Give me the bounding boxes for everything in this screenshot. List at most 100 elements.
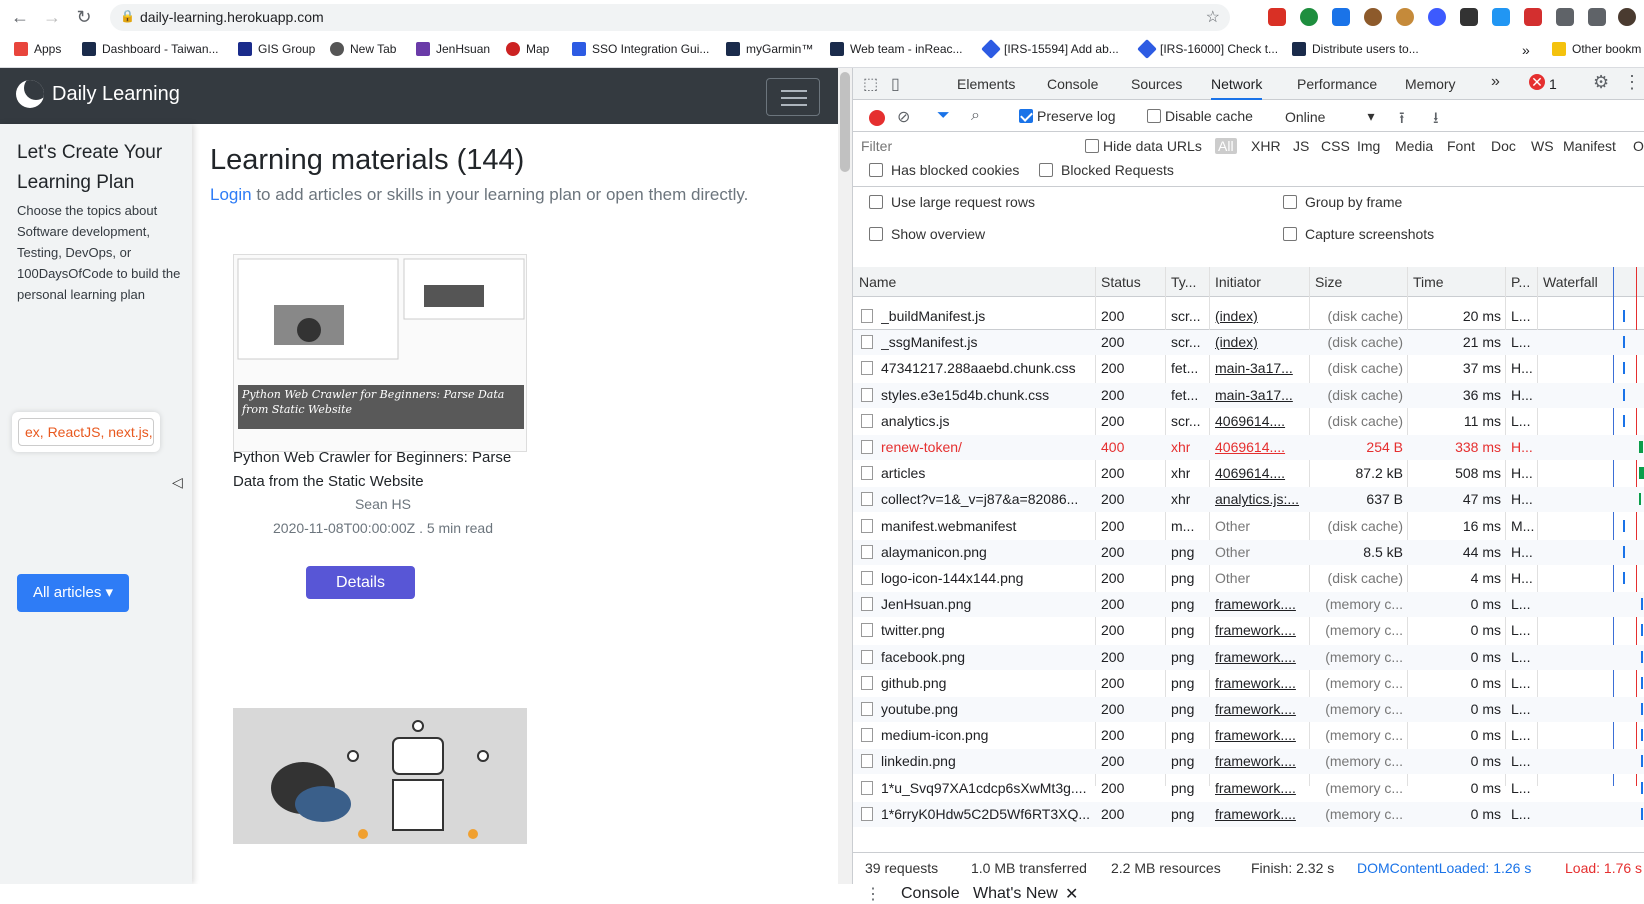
inspect-element-icon[interactable]: ⬚ xyxy=(863,74,878,94)
filter-type-all[interactable]: All xyxy=(1215,138,1237,154)
table-row[interactable]: collect?v=1&_v=j87&a=82086... 200 xhr analy… xyxy=(853,487,1644,513)
request-initiator[interactable]: analytics.js:... xyxy=(1215,491,1303,507)
avatar[interactable] xyxy=(1618,8,1636,26)
bookmark-item[interactable]: New Tab xyxy=(330,42,396,56)
show-overview-checkbox[interactable]: Show overview xyxy=(869,226,985,242)
table-row[interactable]: facebook.png 200 png framework.... (memory c… xyxy=(853,644,1644,670)
table-row[interactable]: youtube.png 200 png framework.... (memory c.… xyxy=(853,697,1644,722)
back-icon[interactable]: ← xyxy=(8,5,32,29)
request-initiator[interactable]: framework.... xyxy=(1215,701,1303,717)
request-name[interactable]: twitter.png xyxy=(881,622,1093,638)
checkbox[interactable] xyxy=(1283,227,1297,241)
tab-network[interactable]: Network xyxy=(1211,76,1263,100)
other-bookmarks[interactable]: Other bookm xyxy=(1552,42,1641,56)
extension-icon[interactable] xyxy=(1268,8,1286,26)
details-button[interactable]: Details xyxy=(306,566,415,599)
request-name[interactable]: styles.e3e15d4b.chunk.css xyxy=(881,387,1093,403)
bookmark-item[interactable]: [IRS-15594] Add ab... xyxy=(981,39,1119,59)
request-name[interactable]: logo-icon-144x144.png xyxy=(881,570,1093,586)
navbar-toggle-button[interactable] xyxy=(766,78,820,116)
checkbox[interactable] xyxy=(869,163,883,177)
request-initiator[interactable]: main-3a17... xyxy=(1215,360,1303,376)
table-row[interactable]: JenHsuan.png 200 png framework.... (memory c… xyxy=(853,592,1644,618)
table-row[interactable]: medium-icon.png 200 png framework.... (memor… xyxy=(853,723,1644,748)
column-header-size[interactable]: Size xyxy=(1315,274,1342,290)
request-name[interactable]: _ssgManifest.js xyxy=(881,334,1093,350)
error-icon[interactable]: ✕ xyxy=(1529,74,1545,90)
extension-icon[interactable] xyxy=(1428,8,1446,26)
request-initiator[interactable]: framework.... xyxy=(1215,622,1303,638)
more-tabs-button[interactable]: » xyxy=(1491,73,1500,91)
bookmark-item[interactable]: Distribute users to... xyxy=(1292,42,1419,56)
article-thumbnail[interactable]: Python Web Crawler for Beginners: Parse … xyxy=(233,254,527,452)
table-row[interactable]: logo-icon-144x144.png 200 png Other (disk ca… xyxy=(853,566,1644,591)
checkbox-checked[interactable] xyxy=(1019,109,1033,123)
page-scrollbar[interactable] xyxy=(838,68,852,884)
request-name[interactable]: articles xyxy=(881,465,1093,481)
request-initiator[interactable]: 4069614.... xyxy=(1215,465,1303,481)
column-header-time[interactable]: Time xyxy=(1413,274,1444,290)
table-row[interactable]: 1*u_Svq97XA1cdcp6sXwMt3g.... 200 png framew… xyxy=(853,776,1644,801)
tab-console[interactable]: Console xyxy=(1047,76,1098,92)
extension-icon[interactable] xyxy=(1332,8,1350,26)
error-count[interactable]: 1 xyxy=(1549,76,1557,92)
address-bar[interactable]: 🔒 daily-learning.herokuapp.com ☆ xyxy=(110,4,1230,31)
extension-icon[interactable] xyxy=(1460,8,1478,26)
table-row[interactable]: analytics.js 200 scr... 4069614.... (disk ca… xyxy=(853,409,1644,434)
request-name[interactable]: analytics.js xyxy=(881,413,1093,429)
checkbox[interactable] xyxy=(1283,195,1297,209)
bookmark-item[interactable]: [IRS-16000] Check t... xyxy=(1137,39,1278,59)
scrollbar-thumb[interactable] xyxy=(840,72,850,172)
column-header-type[interactable]: Ty... xyxy=(1171,274,1196,290)
request-name[interactable]: collect?v=1&_v=j87&a=82086... xyxy=(881,491,1093,507)
article-title[interactable]: Python Web Crawler for Beginners: Parse … xyxy=(233,446,533,494)
checkbox[interactable] xyxy=(1085,139,1099,153)
clear-icon[interactable]: ⊘ xyxy=(897,107,910,127)
request-initiator[interactable]: framework.... xyxy=(1215,675,1303,691)
drawer-tab-console[interactable]: Console xyxy=(901,885,960,903)
column-header-name[interactable]: Name xyxy=(859,274,896,290)
reload-icon[interactable]: ↻ xyxy=(72,5,96,29)
request-name[interactable]: manifest.webmanifest xyxy=(881,518,1093,534)
throttling-select[interactable]: Online ▾ xyxy=(1285,108,1375,125)
request-initiator[interactable]: framework.... xyxy=(1215,727,1303,743)
puzzle-icon[interactable] xyxy=(1556,8,1574,26)
tab-performance[interactable]: Performance xyxy=(1297,76,1377,92)
request-name[interactable]: JenHsuan.png xyxy=(881,596,1093,612)
table-row[interactable]: manifest.webmanifest 200 m... Other (disk ca… xyxy=(853,514,1644,539)
large-request-rows-checkbox[interactable]: Use large request rows xyxy=(869,194,1035,210)
forward-icon[interactable]: → xyxy=(40,5,64,29)
bookmark-item[interactable]: Web team - inReac... xyxy=(830,42,963,56)
column-header-initiator[interactable]: Initiator xyxy=(1215,274,1261,290)
preserve-log-checkbox[interactable]: Preserve log xyxy=(1019,108,1116,124)
bookmark-item[interactable]: SSO Integration Gui... xyxy=(572,42,709,56)
search-icon[interactable]: ⌕ xyxy=(971,107,980,125)
request-name[interactable]: renew-token/ xyxy=(881,439,1093,455)
brand[interactable]: Daily Learning xyxy=(16,80,180,108)
filter-type-font[interactable]: Font xyxy=(1447,138,1475,154)
table-row[interactable]: 47341217.288aaebd.chunk.css 200 fet... main… xyxy=(853,356,1644,381)
record-icon[interactable] xyxy=(869,110,885,126)
filter-icon[interactable]: ⏷ xyxy=(937,107,950,125)
request-initiator[interactable]: Other xyxy=(1215,518,1303,534)
kebab-menu-icon[interactable]: ⋮ xyxy=(1623,72,1641,93)
tab-sources[interactable]: Sources xyxy=(1131,76,1182,92)
request-initiator[interactable]: (index) xyxy=(1215,334,1303,350)
request-name[interactable]: linkedin.png xyxy=(881,753,1093,769)
request-initiator[interactable]: 4069614.... xyxy=(1215,413,1303,429)
settings-gear-icon[interactable]: ⚙ xyxy=(1593,72,1609,93)
request-name[interactable]: youtube.png xyxy=(881,701,1093,717)
checkbox[interactable] xyxy=(869,195,883,209)
bookmark-item[interactable]: Apps xyxy=(14,42,61,56)
disable-cache-checkbox[interactable]: Disable cache xyxy=(1147,108,1253,124)
filter-type-manifest[interactable]: Manifest xyxy=(1563,138,1616,154)
column-header-priority[interactable]: P... xyxy=(1511,274,1530,290)
table-row[interactable]: articles 200 xhr 4069614.... 87.2 kB 508 ms H.… xyxy=(853,461,1644,486)
filter-type-xhr[interactable]: XHR xyxy=(1251,138,1281,154)
drawer-tab-whats-new[interactable]: What's New xyxy=(973,885,1058,903)
device-toolbar-icon[interactable]: ▯ xyxy=(891,74,900,94)
request-initiator[interactable]: framework.... xyxy=(1215,780,1303,796)
filter-type-css[interactable]: CSS xyxy=(1321,138,1350,154)
login-link[interactable]: Login xyxy=(210,185,252,204)
export-har-icon[interactable]: ⭳ xyxy=(1433,107,1439,134)
